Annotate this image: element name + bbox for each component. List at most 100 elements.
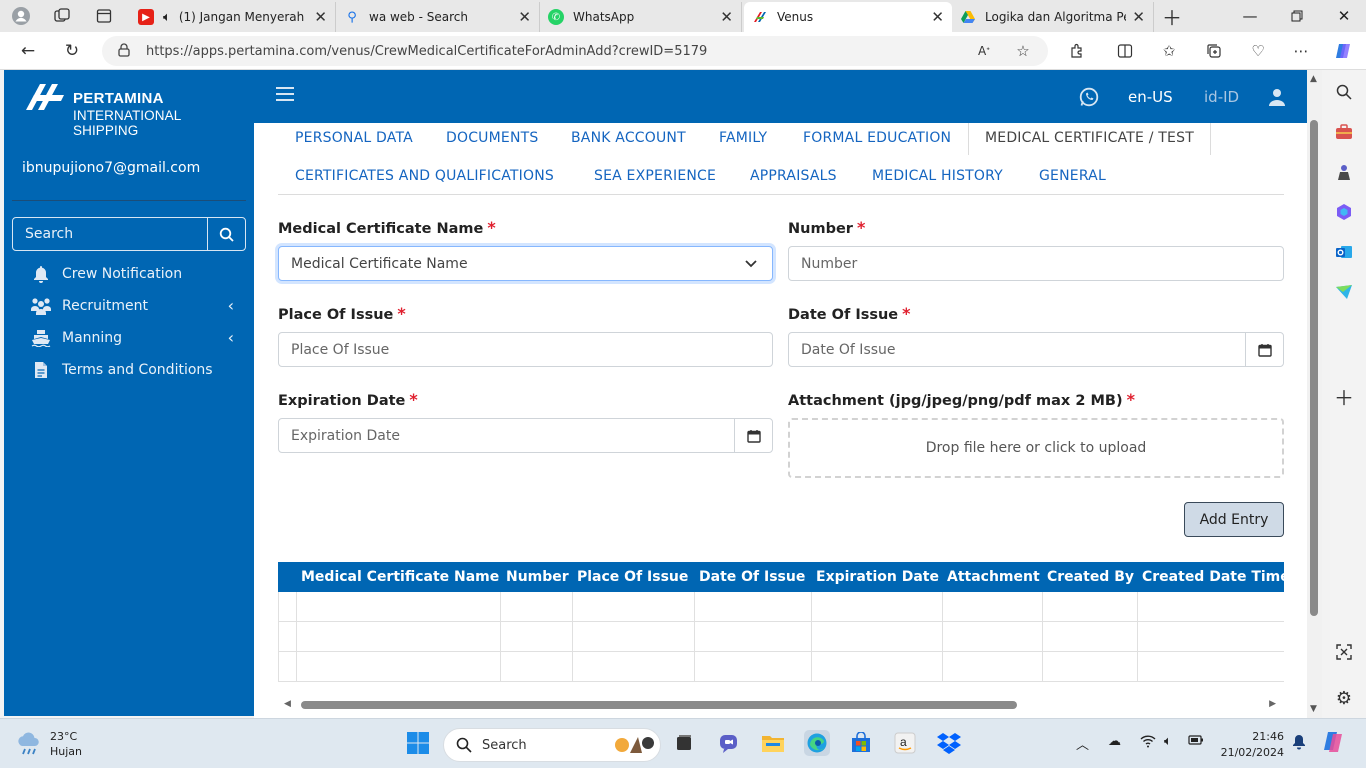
sidebar-item-terms[interactable]: Terms and Conditions	[30, 358, 240, 382]
date-of-issue-input[interactable]	[801, 341, 1283, 358]
table-row[interactable]	[278, 652, 1284, 682]
browser-tab-whatsapp[interactable]: ✆ WhatsApp ✕	[540, 2, 742, 32]
tab-family[interactable]: FAMILY	[719, 123, 767, 155]
search-icon[interactable]	[1334, 82, 1354, 102]
sidebar-search-input[interactable]	[13, 218, 207, 250]
browser-essentials-icon[interactable]: ♡	[1248, 41, 1268, 61]
table-horizontal-scrollbar[interactable]: ◀ ▶	[278, 698, 1284, 712]
teams-chat-icon[interactable]	[716, 730, 742, 756]
column-header-created-by[interactable]: Created By	[1043, 562, 1134, 592]
browser-tab-drive[interactable]: Logika dan Algoritma Pem ✕	[952, 2, 1154, 32]
sidebar-item-manning[interactable]: Manning ‹	[30, 326, 240, 350]
workspaces-icon[interactable]	[52, 6, 72, 26]
volume-icon[interactable]: 🔈︎	[1164, 734, 1172, 749]
scroll-down-icon[interactable]: ▼	[1310, 704, 1317, 714]
tab-formal-education[interactable]: FORMAL EDUCATION	[803, 123, 951, 155]
minimize-button[interactable]: —	[1236, 4, 1264, 28]
place-of-issue-input[interactable]	[291, 341, 772, 358]
close-icon[interactable]: ✕	[720, 8, 733, 26]
office-icon[interactable]	[1334, 202, 1354, 222]
user-icon[interactable]	[1268, 88, 1286, 106]
edge-browser-icon[interactable]	[804, 730, 830, 756]
page-vertical-scrollbar[interactable]: ▲ ▼	[1307, 70, 1322, 718]
browser-tab-youtube[interactable]: ▶ 🔈︎ (1) Jangan Menyerah ✕	[130, 2, 336, 32]
browser-tab-venus[interactable]: Venus ✕	[744, 2, 952, 32]
scrollbar-thumb[interactable]	[1310, 120, 1318, 616]
column-header-created-date-time[interactable]: Created Date Time	[1138, 562, 1284, 592]
scroll-up-icon[interactable]: ▲	[1310, 74, 1317, 84]
system-clock[interactable]: 21:46 21/02/2024	[1214, 729, 1284, 761]
menu-toggle-icon[interactable]	[276, 87, 294, 103]
extensions-icon[interactable]	[1067, 41, 1087, 61]
weather-widget[interactable]: 23°C Hujan	[16, 729, 82, 759]
task-view-icon[interactable]	[671, 730, 697, 756]
profile-icon[interactable]	[11, 6, 31, 26]
games-icon[interactable]	[1334, 162, 1354, 182]
language-id-link[interactable]: id-ID	[1204, 88, 1239, 106]
microsoft-store-icon[interactable]	[848, 730, 874, 756]
attachment-dropzone[interactable]: Drop file here or click to upload	[788, 418, 1284, 478]
copilot-preview-icon[interactable]	[1322, 730, 1346, 758]
close-icon[interactable]: ✕	[518, 8, 531, 26]
new-tab-icon[interactable]: ＋	[1162, 6, 1182, 30]
column-header-expiration-date[interactable]: Expiration Date	[812, 562, 939, 592]
scroll-right-icon[interactable]: ▶	[1269, 699, 1276, 709]
read-aloud-icon[interactable]: Aᐩ	[974, 41, 994, 61]
restore-button[interactable]	[1283, 4, 1311, 28]
scroll-left-icon[interactable]: ◀	[284, 699, 291, 709]
sidebar-item-crew-notification[interactable]: Crew Notification	[30, 262, 240, 286]
windows-start-icon[interactable]	[405, 730, 431, 756]
notification-bell-icon[interactable]	[1292, 734, 1306, 754]
more-menu-icon[interactable]: ⋯	[1291, 41, 1311, 61]
tab-certificates-qualifications[interactable]: CERTIFICATES AND QUALIFICATIONS	[295, 159, 554, 193]
close-icon[interactable]: ✕	[314, 8, 327, 26]
drop-icon[interactable]	[1334, 282, 1354, 302]
tab-actions-icon[interactable]	[94, 6, 114, 26]
close-icon[interactable]: ✕	[1132, 8, 1145, 26]
tab-documents[interactable]: DOCUMENTS	[446, 123, 538, 155]
wifi-icon[interactable]	[1140, 734, 1156, 752]
onedrive-icon[interactable]: ☁︎	[1108, 734, 1121, 749]
column-header-date-of-issue[interactable]: Date Of Issue	[695, 562, 805, 592]
favorite-star-icon[interactable]: ☆	[1013, 41, 1033, 61]
tab-sea-experience[interactable]: SEA EXPERIENCE	[594, 159, 716, 193]
brand-logo[interactable]: PERTAMINA INTERNATIONAL SHIPPING	[24, 80, 244, 138]
expiration-date-calendar-button[interactable]	[734, 419, 772, 452]
add-icon[interactable]: ＋	[1334, 386, 1354, 410]
tab-medical-certificate[interactable]: MEDICAL CERTIFICATE / TEST	[968, 123, 1211, 155]
shopping-icon[interactable]	[1334, 122, 1354, 142]
file-explorer-icon[interactable]	[760, 730, 786, 756]
expiration-date-input[interactable]	[291, 427, 772, 444]
add-entry-button[interactable]: Add Entry	[1184, 502, 1284, 537]
column-header-attachment[interactable]: Attachment	[943, 562, 1040, 592]
dropbox-icon[interactable]	[936, 730, 962, 756]
refresh-button[interactable]: ↻	[61, 40, 83, 62]
collections-icon[interactable]	[1204, 41, 1224, 61]
column-header-name[interactable]: Medical Certificate Name	[297, 562, 499, 592]
date-of-issue-calendar-button[interactable]	[1245, 333, 1283, 366]
column-header-place-of-issue[interactable]: Place Of Issue	[573, 562, 688, 592]
split-screen-icon[interactable]	[1115, 41, 1135, 61]
taskbar-search[interactable]: Search	[443, 728, 661, 762]
outlook-icon[interactable]	[1334, 242, 1354, 262]
favorites-icon[interactable]: ✩	[1159, 41, 1179, 61]
settings-gear-icon[interactable]: ⚙	[1334, 688, 1354, 709]
back-button[interactable]: ←	[17, 40, 39, 62]
battery-icon[interactable]	[1188, 734, 1204, 750]
table-row[interactable]	[278, 592, 1284, 622]
tab-appraisals[interactable]: APPRAISALS	[750, 159, 837, 193]
show-hidden-icons-icon[interactable]: ︿	[1076, 734, 1089, 753]
url-field[interactable]: https://apps.pertamina.com/venus/CrewMed…	[102, 36, 1048, 66]
column-header-number[interactable]: Number	[502, 562, 569, 592]
tab-medical-history[interactable]: MEDICAL HISTORY	[872, 159, 1003, 193]
tab-personal-data[interactable]: PERSONAL DATA	[295, 123, 413, 155]
scrollbar-thumb[interactable]	[301, 701, 1017, 709]
browser-tab-search[interactable]: ⚲ wa web - Search ✕	[336, 2, 540, 32]
close-window-button[interactable]: ✕	[1330, 4, 1358, 28]
medical-certificate-name-select[interactable]: Medical Certificate Name	[278, 246, 773, 281]
close-icon[interactable]: ✕	[931, 8, 944, 26]
sidebar-item-recruitment[interactable]: Recruitment ‹	[30, 294, 240, 318]
tab-bank-account[interactable]: BANK ACCOUNT	[571, 123, 686, 155]
number-input[interactable]	[801, 255, 1283, 272]
sidebar-search-button[interactable]	[207, 218, 245, 250]
